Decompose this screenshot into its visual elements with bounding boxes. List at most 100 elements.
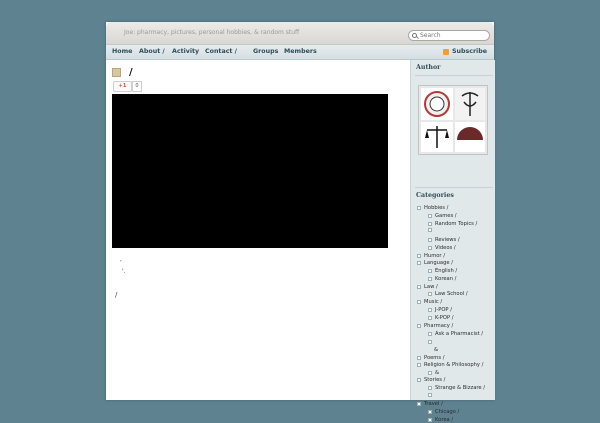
bullet-icon [417,356,421,360]
category-item[interactable]: Law / [417,284,438,290]
category-label: Language / [424,260,453,266]
bullet-icon [428,228,432,232]
post-title-text[interactable]: / [129,67,133,78]
bullet-icon [428,292,432,296]
bullet-icon [428,340,432,344]
category-label: Law / [424,284,438,290]
page-container: Joe: pharmacy, pictures, personal hobbie… [106,22,495,423]
category-label: Reviews / [435,237,460,243]
category-item[interactable]: Stories / [417,377,445,383]
site-tagline: Joe: pharmacy, pictures, personal hobbie… [124,29,300,36]
search-box[interactable] [408,30,490,41]
category-label: Korean / [435,276,457,282]
nav-contact[interactable]: Contact / [205,48,237,55]
category-item[interactable]: Korean / [428,276,456,282]
category-item[interactable]: Reviews / [428,237,460,243]
category-item[interactable]: Strange & Bizzare / [428,385,485,391]
nav-activity[interactable]: Activity [172,48,199,55]
category-item[interactable]: Videos / [428,245,456,251]
author-avatar[interactable] [418,85,488,155]
bullet-icon [428,386,432,390]
bullet-icon [417,261,421,265]
category-item[interactable]: & [428,370,439,376]
bullet-icon [417,254,421,258]
rss-icon [442,48,449,55]
category-label: Chicago / [435,409,460,415]
bullet-icon [428,238,432,242]
category-item[interactable]: J-POP / [428,307,452,313]
category-item[interactable]: K-POP / [428,315,453,321]
subscribe-link[interactable]: Subscribe [442,48,487,55]
search-input[interactable] [417,32,484,39]
bullet-icon [417,285,421,289]
nav-about[interactable]: About / [139,48,165,55]
search-icon [412,33,417,38]
category-label: Games / [435,213,457,219]
sidebar: Author Categories Hobbies / Games / Rand… [410,60,495,423]
bullet-icon [428,269,432,273]
category-label: Random Topics / [435,221,478,227]
category-item[interactable]: Hobbies / [417,205,448,211]
category-item[interactable]: English / [428,268,457,274]
category-label: Poems / [424,355,445,361]
category-item[interactable]: Humor / [417,253,445,259]
bullet-icon [428,246,432,250]
category-label: J-POP / [435,307,452,313]
category-label: & [435,370,440,376]
post-text-line: / [115,291,118,299]
bullet-icon [428,393,432,397]
category-item[interactable] [428,340,435,344]
post-title[interactable]: / [112,67,133,78]
category-item[interactable]: Travel / [417,401,443,407]
nav-members[interactable]: Members [284,48,317,55]
author-heading: Author [416,64,441,71]
divider [415,75,493,76]
category-label: Strange & Bizzare / [435,385,485,391]
video-player[interactable] [112,94,388,248]
bullet-icon [417,324,421,328]
category-label: Hobbies / [424,205,449,211]
main-nav: Home About / Activity Contact / Groups M… [106,45,494,60]
bullet-icon [428,371,432,375]
category-item[interactable] [428,393,435,397]
category-item[interactable]: Music / [417,299,442,305]
bullet-icon [428,222,432,226]
bullet-icon [417,378,421,382]
bullet-icon [428,418,432,422]
category-item[interactable]: Law School / [428,291,468,297]
category-label: Stories / [424,377,446,383]
category-item[interactable]: Random Topics / [428,221,477,227]
post-text-line: '. [122,268,126,275]
category-label: Music / [424,299,443,305]
bullet-icon [428,332,432,336]
category-label: Law School / [435,291,468,297]
bullet-icon [428,316,432,320]
divider [415,187,493,188]
category-item[interactable]: Ask a Pharmacist / [428,331,483,337]
category-label: & [434,347,439,353]
category-item[interactable]: Religion & Philosophy / [417,362,483,368]
bullet-icon [428,410,432,414]
bullet-icon [417,206,421,210]
nav-groups[interactable]: Groups [253,48,278,55]
category-item[interactable]: Chicago / [428,409,459,415]
category-label: Religion & Philosophy / [424,362,484,368]
category-label: Videos / [435,245,456,251]
bullet-icon [428,277,432,281]
site-header: Joe: pharmacy, pictures, personal hobbie… [106,22,494,45]
category-label: Korea / [435,417,454,423]
bullet-icon [428,308,432,312]
category-item[interactable]: Games / [428,213,457,219]
category-label: Pharmacy / [424,323,454,329]
category-item[interactable]: Poems / [417,355,444,361]
category-item[interactable]: Language / [417,260,453,266]
category-item[interactable]: & [434,347,438,353]
category-item[interactable] [428,228,435,232]
nav-home[interactable]: Home [112,48,132,55]
categories-heading: Categories [416,192,454,199]
category-item[interactable]: Korea / [428,417,453,423]
gplus-button[interactable]: +1 [113,81,132,92]
category-item[interactable]: Pharmacy / [417,323,453,329]
bullet-icon [417,363,421,367]
post-text-line: , [120,256,122,263]
